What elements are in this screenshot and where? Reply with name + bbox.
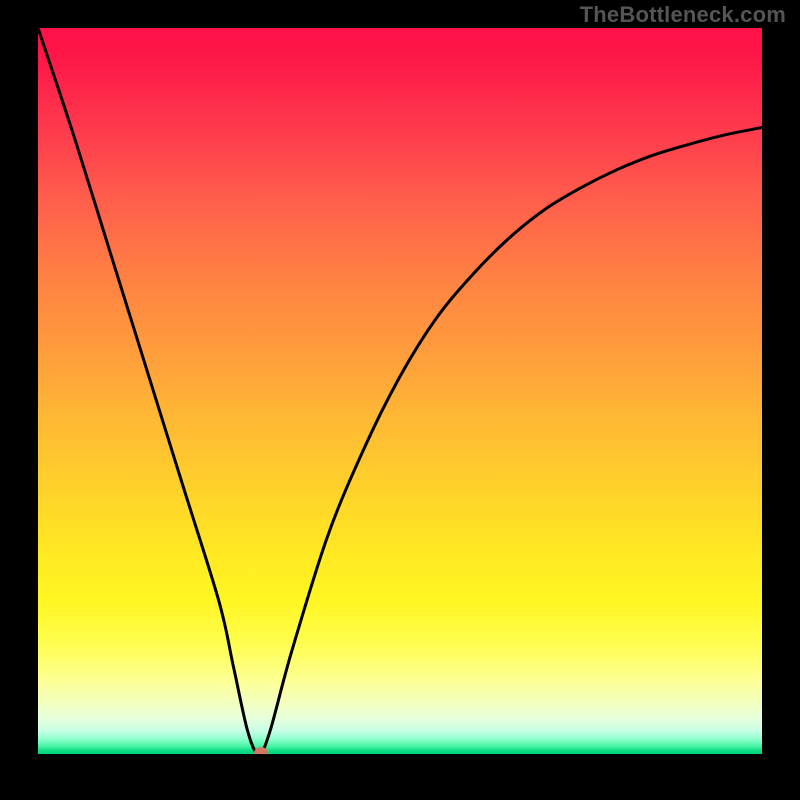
watermark: TheBottleneck.com: [580, 2, 786, 28]
chart-frame: TheBottleneck.com: [0, 0, 800, 800]
bottleneck-curve: [38, 28, 762, 754]
curve-path: [38, 28, 762, 754]
plot-area: [38, 28, 762, 754]
optimal-point-marker: [254, 747, 268, 754]
